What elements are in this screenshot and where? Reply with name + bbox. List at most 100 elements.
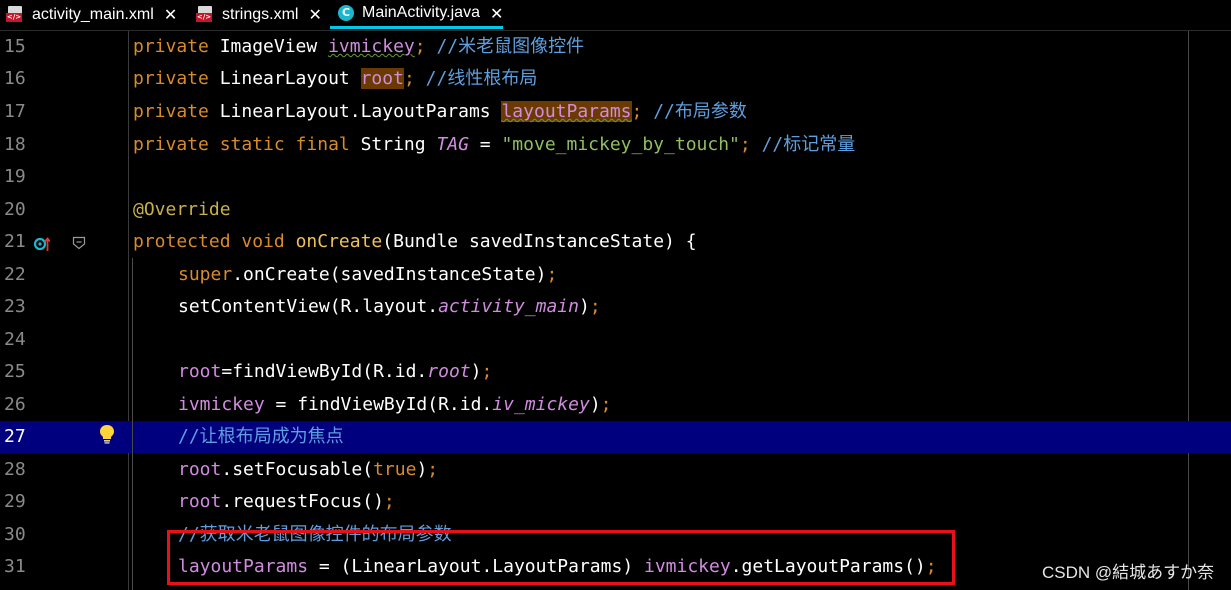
code-text: super.onCreate(savedInstanceState);	[178, 259, 557, 291]
call: setContentView(R.layout.	[178, 296, 439, 317]
tab-strings-xml[interactable]: </> strings.xml ✕	[190, 0, 322, 29]
semicolon: ;	[631, 101, 654, 122]
code-text: //让根布局成为焦点	[178, 421, 344, 453]
code-line[interactable]: 21 protected void onCreate(Bundle savedI…	[0, 226, 1231, 258]
type: LinearLayout.LayoutParams	[219, 101, 502, 122]
line-number: 25	[4, 361, 26, 382]
close-icon[interactable]: ✕	[308, 5, 321, 24]
code-text: private static final String TAG = "move_…	[133, 129, 855, 161]
watermark: CSDN @結城あすか奈	[1042, 563, 1215, 582]
semicolon: ;	[383, 491, 395, 512]
keyword: true	[373, 459, 417, 480]
semicolon: ;	[739, 134, 762, 155]
code-line[interactable]: 18 private static final String TAG = "mo…	[0, 129, 1231, 161]
field: root	[427, 361, 471, 382]
field: TAG	[436, 134, 469, 155]
line-number: 30	[4, 524, 26, 545]
xml-file-icon: </>	[6, 5, 24, 24]
line-number: 17	[4, 101, 26, 122]
semicolon: ;	[427, 459, 439, 480]
comment: //米老鼠图像控件	[436, 36, 585, 57]
line-number: 18	[4, 134, 26, 155]
indent-guide	[132, 258, 133, 590]
line-number: 31	[4, 556, 26, 577]
comment: //线性根布局	[425, 68, 538, 89]
code-text: private LinearLayout.LayoutParams layout…	[133, 96, 747, 128]
method-name: onCreate	[295, 231, 383, 252]
field-occurrence: layoutParams	[501, 101, 632, 122]
code-text: ivmickey = findViewById(R.id.iv_mickey);	[178, 389, 612, 421]
code-text: @Override	[133, 194, 231, 226]
type: LinearLayout	[219, 68, 361, 89]
line-number: 23	[4, 296, 26, 317]
keyword: super	[178, 264, 233, 285]
tab-mainactivity-java[interactable]: C MainActivity.java ✕	[330, 0, 504, 29]
override-method-icon[interactable]	[34, 236, 50, 252]
line-number: 28	[4, 459, 26, 480]
semicolon: ;	[414, 36, 437, 57]
paren: )	[589, 394, 601, 415]
field: root	[178, 459, 222, 480]
call: .setFocusable(	[221, 459, 374, 480]
close-icon[interactable]: ✕	[490, 4, 503, 23]
string-literal: "move_mickey_by_touch"	[501, 134, 740, 155]
semicolon: ;	[481, 361, 493, 382]
line-number: 19	[4, 166, 26, 187]
code-text: private ImageView ivmickey; //米老鼠图像控件	[133, 31, 584, 63]
code-line[interactable]: 29 root.requestFocus();	[0, 486, 1231, 518]
line-number: 21	[4, 231, 26, 252]
code-line[interactable]: 22 super.onCreate(savedInstanceState);	[0, 259, 1231, 291]
field: ivmickey	[328, 36, 415, 57]
current-code-line[interactable]: 27 //让根布局成为焦点	[0, 421, 1231, 453]
line-number: 29	[4, 491, 26, 512]
fold-collapse-icon[interactable]	[72, 236, 86, 250]
call: .onCreate(savedInstanceState)	[232, 264, 547, 285]
code-line[interactable]: 23 setContentView(R.layout.activity_main…	[0, 291, 1231, 323]
code-line[interactable]: 19	[0, 161, 1231, 193]
xml-file-icon: </>	[196, 5, 214, 24]
keyword: private	[133, 101, 220, 122]
line-number: 22	[4, 264, 26, 285]
code-text: root.setFocusable(true);	[178, 454, 438, 486]
annotation-highlight-box	[167, 530, 955, 585]
field-occurrence: root	[360, 68, 404, 89]
java-class-icon: C	[338, 5, 354, 21]
code-text: private LinearLayout root; //线性根布局	[133, 63, 537, 95]
code-line[interactable]: 28 root.setFocusable(true);	[0, 454, 1231, 486]
line-number: 27	[4, 426, 26, 447]
code-text: root=findViewById(R.id.root);	[178, 356, 492, 388]
lightbulb-icon[interactable]	[98, 424, 116, 444]
code-line[interactable]: 25 root=findViewById(R.id.root);	[0, 356, 1231, 388]
editor-tab-bar: </> activity_main.xml ✕ </> strings.xml …	[0, 0, 1231, 31]
code-text: protected void onCreate(Bundle savedInst…	[133, 226, 697, 258]
close-icon[interactable]: ✕	[164, 5, 177, 24]
paren: )	[470, 361, 482, 382]
keyword: private static final	[133, 134, 361, 155]
call: .requestFocus()	[221, 491, 384, 512]
code-text: setContentView(R.layout.activity_main);	[178, 291, 601, 323]
call: =findViewById(R.id.	[221, 361, 428, 382]
keyword: private	[133, 36, 220, 57]
line-number: 16	[4, 68, 26, 89]
paren: )	[416, 459, 428, 480]
code-line[interactable]: 26 ivmickey = findViewById(R.id.iv_micke…	[0, 389, 1231, 421]
operator: =	[468, 134, 502, 155]
tab-label: MainActivity.java	[362, 4, 480, 21]
line-number: 15	[4, 36, 26, 57]
code-line[interactable]: 24	[0, 324, 1231, 356]
code-line[interactable]: 16 private LinearLayout root; //线性根布局	[0, 63, 1231, 95]
semicolon: ;	[546, 264, 558, 285]
field: root	[178, 361, 222, 382]
code-text: root.requestFocus();	[178, 486, 395, 518]
code-line[interactable]: 17 private LinearLayout.LayoutParams lay…	[0, 96, 1231, 128]
code-line[interactable]: 20 @Override	[0, 194, 1231, 226]
line-number: 26	[4, 394, 26, 415]
line-number: 24	[4, 329, 26, 350]
semicolon: ;	[600, 394, 612, 415]
paren: )	[578, 296, 590, 317]
comment: //布局参数	[653, 101, 747, 122]
field: ivmickey	[178, 394, 265, 415]
comment: //让根布局成为焦点	[178, 426, 344, 447]
tab-activity-main-xml[interactable]: </> activity_main.xml ✕	[0, 0, 177, 29]
code-line[interactable]: 15 private ImageView ivmickey; //米老鼠图像控件	[0, 31, 1231, 63]
